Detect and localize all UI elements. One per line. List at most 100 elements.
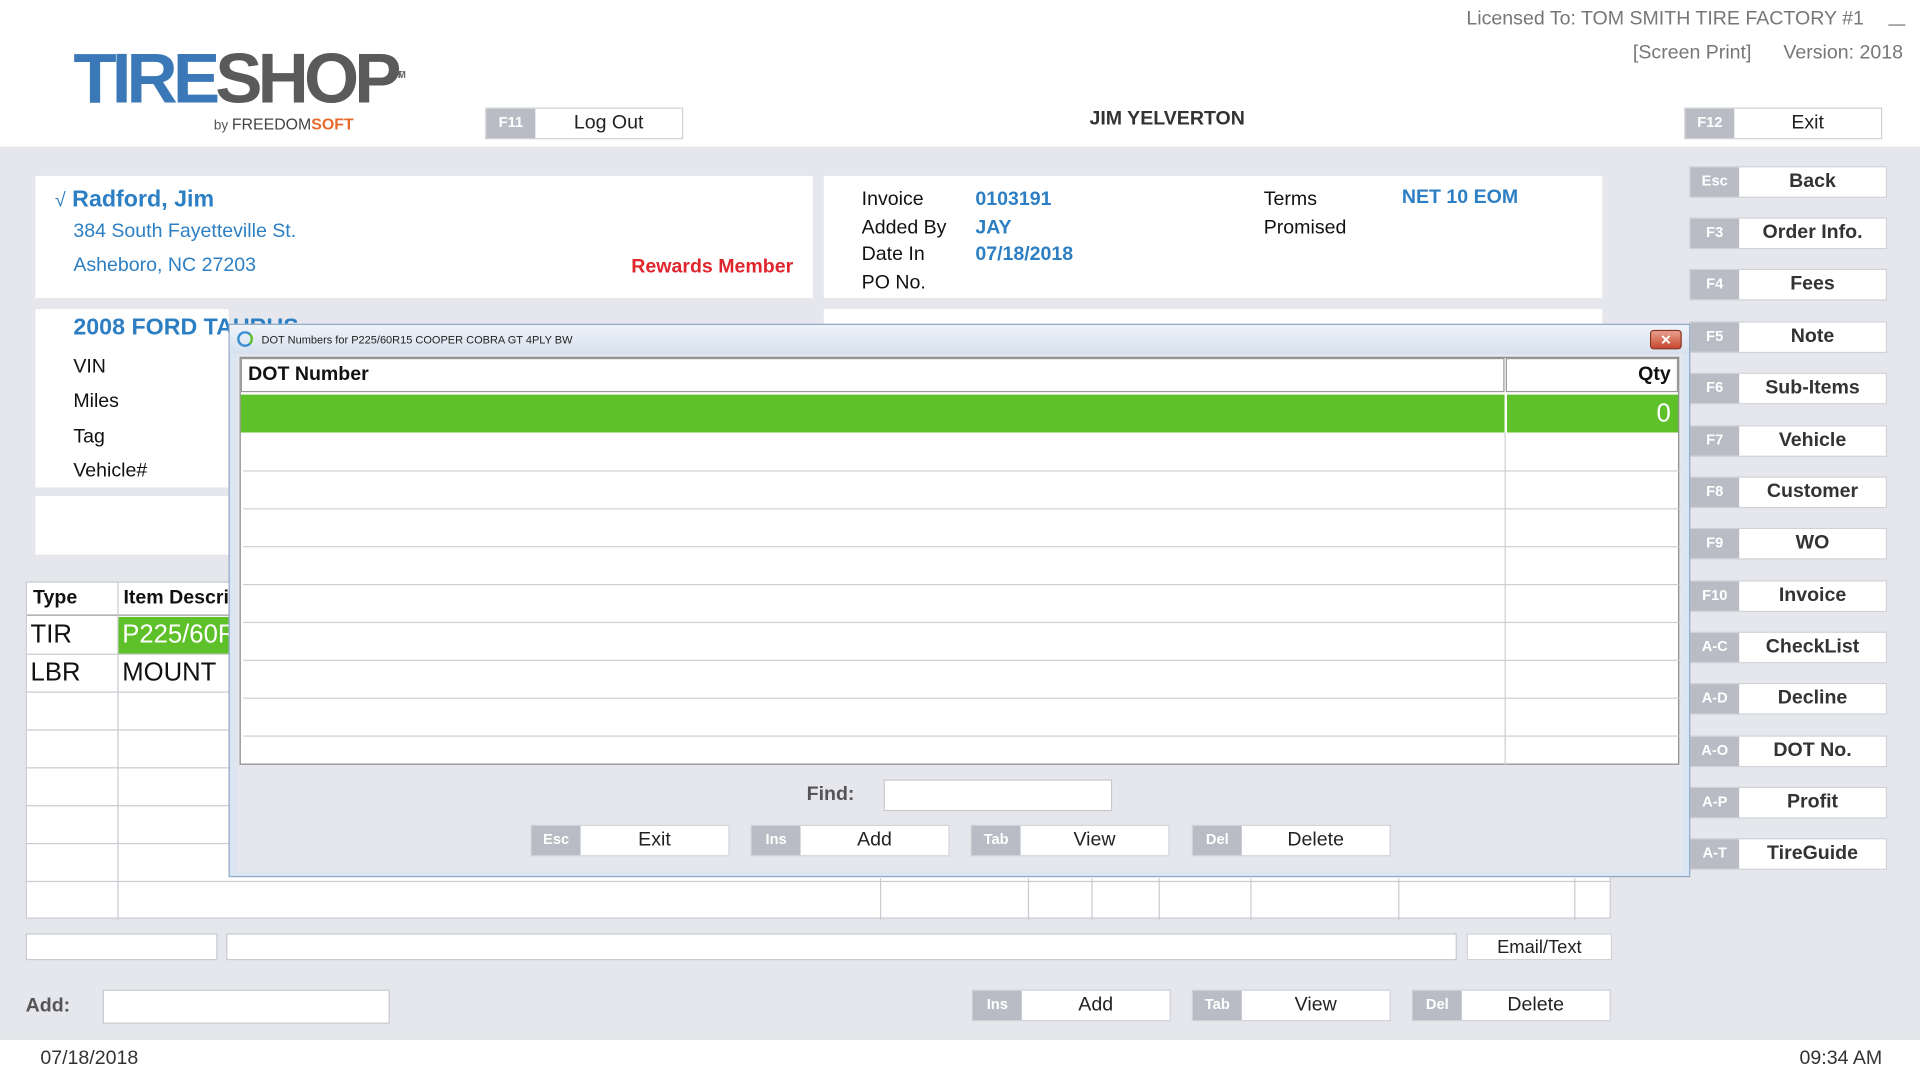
dialog-delete-button[interactable]: Del Delete xyxy=(1191,824,1391,857)
vehicle-panel[interactable]: 2008 FORD TAURUS VIN Miles Tag Vehicle# xyxy=(35,309,299,488)
exit-label: Exit xyxy=(1791,112,1824,134)
status-date: 07/18/2018 xyxy=(40,1048,139,1069)
terms-label: Terms xyxy=(1263,189,1317,211)
customer-panel[interactable]: √ Radford, Jim 384 South Fayetteville St… xyxy=(35,175,813,299)
delete-item-label: Delete xyxy=(1507,994,1564,1016)
summary-field-left[interactable] xyxy=(25,933,218,961)
sidebar-order-info-button[interactable]: F3 Order Info. xyxy=(1689,217,1888,250)
status-bar: 07/18/2018 09:34 AM xyxy=(0,1038,1920,1080)
screen-print-link[interactable]: [Screen Print] xyxy=(1633,43,1751,65)
sidebar-checklist-button[interactable]: A-C CheckList xyxy=(1689,631,1888,664)
sidebar-key: F4 xyxy=(1690,269,1740,300)
dialog-title: DOT Numbers for P225/60R15 COOPER COBRA … xyxy=(261,333,573,346)
sidebar-key: F9 xyxy=(1690,528,1740,559)
sidebar-label: Order Info. xyxy=(1762,222,1863,244)
status-time: 09:34 AM xyxy=(1799,1048,1883,1069)
miles-label: Miles xyxy=(73,391,119,413)
sidebar-label: Vehicle xyxy=(1778,430,1847,451)
dialog-title-bar[interactable]: DOT Numbers for P225/60R15 COOPER COBRA … xyxy=(229,324,1690,355)
sidebar-label: DOT No. xyxy=(1773,740,1852,762)
sidebar-key: F7 xyxy=(1690,426,1740,456)
dialog-add-button[interactable]: Ins Add xyxy=(750,824,950,857)
sidebar-key: A-D xyxy=(1690,684,1740,714)
sidebar-label: CheckList xyxy=(1765,636,1860,658)
terms-labels: Terms Promised xyxy=(1264,187,1347,242)
qty-column-header: Qty xyxy=(1505,357,1679,393)
po-label: PO No. xyxy=(861,271,926,293)
row-divider xyxy=(243,583,1681,586)
tireshop-logo: TIRESHOPTM by FREEDOMSOFT xyxy=(73,43,405,134)
sidebar-invoice-button[interactable]: F10 Invoice xyxy=(1689,580,1888,613)
sidebar-label: Invoice xyxy=(1778,585,1847,606)
sidebar-dot-no-button[interactable]: A-O DOT No. xyxy=(1689,735,1888,768)
delete-item-button[interactable]: Del Delete xyxy=(1411,989,1611,1022)
license-text: Licensed To: TOM SMITH TIRE FACTORY #1 xyxy=(1466,8,1864,30)
sidebar-back-button[interactable]: Esc Back xyxy=(1689,166,1888,198)
column-divider xyxy=(1091,878,1093,920)
column-divider xyxy=(1574,878,1576,920)
sidebar-key: A-C xyxy=(1690,632,1740,663)
dot-table[interactable]: DOT Number Qty 0 xyxy=(239,356,1681,765)
item-description: P225/60R xyxy=(118,616,229,654)
logo-by: by xyxy=(213,118,229,134)
sidebar-fees-button[interactable]: F4 Fees xyxy=(1689,268,1888,301)
add-input[interactable] xyxy=(102,989,390,1024)
sidebar-tireguide-button[interactable]: A-T TireGuide xyxy=(1689,838,1888,870)
exit-button[interactable]: F12 Exit xyxy=(1684,107,1883,140)
summary-field[interactable] xyxy=(226,933,1457,961)
sidebar-decline-button[interactable]: A-D Decline xyxy=(1689,682,1888,715)
column-divider xyxy=(1398,878,1400,920)
find-input[interactable] xyxy=(883,779,1113,812)
logo-soft: SOFT xyxy=(311,114,354,134)
invoice-labels: Invoice Added By Date In PO No. xyxy=(862,187,947,297)
column-divider xyxy=(1504,432,1506,765)
dialog-exit-key: Esc xyxy=(531,825,581,856)
add-item-button[interactable]: Ins Add xyxy=(971,989,1171,1022)
column-divider xyxy=(1250,878,1252,920)
view-item-button[interactable]: Tab View xyxy=(1191,989,1391,1022)
sidebar-vehicle-button[interactable]: F7 Vehicle xyxy=(1689,425,1888,457)
delete-key: Del xyxy=(1412,990,1462,1021)
invoice-values: 0103191 JAY 07/18/2018 xyxy=(975,187,1073,269)
customer-city: Asheboro, NC 27203 xyxy=(73,255,256,277)
email-text-button[interactable]: Email/Text xyxy=(1466,933,1613,961)
added-by-label: Added By xyxy=(861,216,947,238)
current-user-name: JIM YELVERTON xyxy=(1089,108,1245,130)
sidebar-label: Note xyxy=(1790,326,1835,347)
sidebar-profit-button[interactable]: A-P Profit xyxy=(1689,786,1888,819)
dot-table-row-selected[interactable]: 0 xyxy=(240,394,1679,433)
sidebar-customer-button[interactable]: F8 Customer xyxy=(1689,476,1888,509)
sidebar-key: A-O xyxy=(1690,736,1740,767)
column-divider xyxy=(879,878,882,920)
logout-button[interactable]: F11 Log Out xyxy=(485,107,684,140)
added-by-value: JAY xyxy=(975,216,1012,238)
row-divider xyxy=(243,735,1681,737)
invoice-panel[interactable]: Invoice Added By Date In PO No. 0103191 … xyxy=(823,175,1603,299)
date-in-label: Date In xyxy=(861,244,925,266)
item-type: TIR xyxy=(30,620,72,649)
rewards-member-badge: Rewards Member xyxy=(631,256,794,278)
dialog-exit-button[interactable]: Esc Exit xyxy=(530,824,730,857)
sidebar-note-button[interactable]: F5 Note xyxy=(1689,321,1888,354)
notes-panel[interactable] xyxy=(35,496,229,555)
sidebar-label: WO xyxy=(1795,532,1830,554)
sidebar-sub-items-button[interactable]: F6 Sub-Items xyxy=(1689,372,1888,405)
column-divider xyxy=(1504,394,1507,433)
row-divider xyxy=(243,621,1681,624)
app-icon xyxy=(237,331,253,347)
tireshop-window: TIRESHOPTM by FREEDOMSOFT F11 Log Out JI… xyxy=(0,0,1920,1080)
item-type: LBR xyxy=(30,658,81,687)
sidebar-label: Back xyxy=(1789,171,1836,192)
dialog-delete-key: Del xyxy=(1192,825,1242,856)
description-column-header: Item Descri xyxy=(123,587,229,609)
vin-label: VIN xyxy=(73,356,106,378)
minimize-icon[interactable] xyxy=(1888,9,1906,26)
dialog-close-icon[interactable]: ✕ xyxy=(1649,329,1682,350)
dialog-view-button[interactable]: Tab View xyxy=(970,824,1170,857)
dot-numbers-dialog[interactable]: DOT Numbers for P225/60R15 COOPER COBRA … xyxy=(228,323,1691,878)
app-header: TIRESHOPTM by FREEDOMSOFT F11 Log Out JI… xyxy=(0,0,1920,147)
tag-label: Tag xyxy=(73,425,105,447)
promised-label: Promised xyxy=(1263,216,1347,238)
view-item-label: View xyxy=(1294,994,1337,1016)
sidebar-wo-button[interactable]: F9 WO xyxy=(1689,527,1888,560)
